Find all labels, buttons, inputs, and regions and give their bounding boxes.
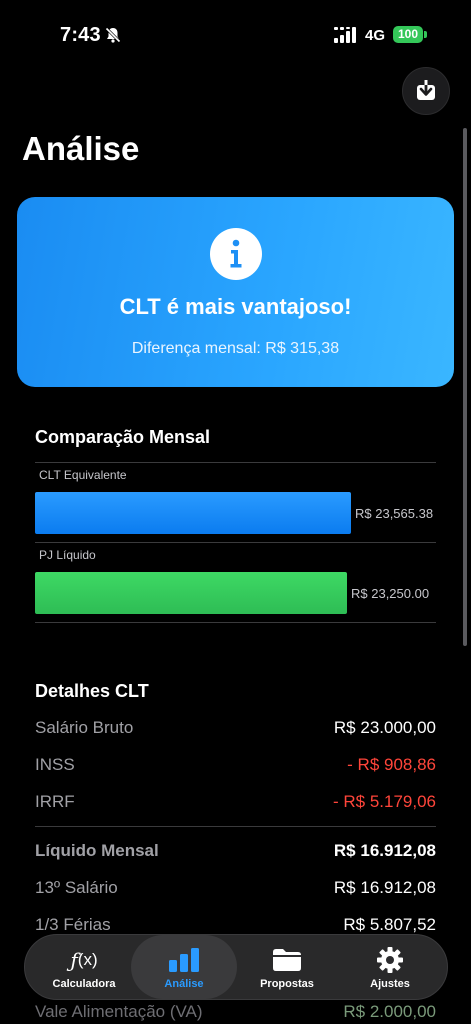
tab-analise[interactable]: Análise <box>131 935 237 999</box>
download-icon <box>417 80 435 100</box>
divider <box>35 826 436 827</box>
row-label-irrf: IRRF <box>35 792 75 811</box>
result-title: CLT é mais vantajoso! <box>119 294 352 319</box>
function-icon: ƒ (x) <box>70 948 98 972</box>
info-glyph-icon <box>230 239 242 268</box>
row-label-liquido: Líquido Mensal <box>35 841 159 860</box>
row-value-va: R$ 2.000,00 <box>343 1002 436 1021</box>
divider <box>35 622 436 623</box>
row-label-13-salario: 13º Salário <box>35 878 118 897</box>
details-title: Detalhes CLT <box>35 681 149 701</box>
row-value-salario-bruto: R$ 23.000,00 <box>333 718 436 737</box>
bar-label-clt: CLT Equivalente <box>39 468 127 482</box>
bar-value-clt: R$ 23,565.38 <box>355 506 434 521</box>
bar-value-pj: R$ 23,250.00 <box>351 586 430 601</box>
divider <box>35 542 436 543</box>
tab-label: Ajustes <box>370 978 410 990</box>
download-button[interactable] <box>402 67 450 115</box>
status-time: 7:43 <box>60 24 101 46</box>
result-difference: Diferença mensal: R$ 315,38 <box>131 340 340 357</box>
row-value-13-salario: R$ 16.912,08 <box>333 878 436 897</box>
tab-label: Propostas <box>260 978 314 990</box>
bell-slash-icon <box>105 27 121 43</box>
row-value-irrf: - R$ 5.179,06 <box>332 792 436 811</box>
row-label-va: Vale Alimentação (VA) <box>35 1002 203 1021</box>
divider <box>35 462 436 463</box>
tab-ajustes[interactable]: Ajustes <box>337 935 443 999</box>
comparison-title: Comparação Mensal <box>35 427 211 447</box>
row-value-ferias: R$ 5.807,52 <box>343 915 436 934</box>
bar-clt <box>35 492 351 534</box>
tab-label: Análise <box>164 978 204 990</box>
scroll-indicator[interactable] <box>463 128 467 646</box>
status-bar: 7:43 4G 100 <box>0 0 471 70</box>
chart-bar-icon <box>131 946 237 974</box>
folder-icon <box>234 946 340 974</box>
tab-label: Calculadora <box>52 978 116 990</box>
network-type: 4G <box>365 27 386 44</box>
bar-pj <box>35 572 347 614</box>
row-value-inss: - R$ 908,86 <box>347 755 436 774</box>
tab-bar: ƒ (x) Calculadora Análise Propostas Ajus… <box>24 934 448 1000</box>
app-screen: 7:43 4G 100 Análise CLT é mais vantajoso… <box>0 0 471 1024</box>
bar-label-pj: PJ Líquido <box>39 548 96 562</box>
page-title: Análise <box>22 130 140 167</box>
tab-propostas[interactable]: Propostas <box>234 935 340 999</box>
battery-icon: 100 <box>393 26 423 43</box>
info-icon <box>210 228 262 280</box>
gear-icon <box>337 946 443 974</box>
row-value-liquido: R$ 16.912,08 <box>333 841 436 860</box>
row-label-salario-bruto: Salário Bruto <box>35 718 134 737</box>
tab-calculadora[interactable]: ƒ (x) Calculadora <box>31 935 137 999</box>
signal-icon <box>334 27 356 43</box>
result-card: CLT é mais vantajoso! Diferença mensal: … <box>17 197 454 387</box>
row-label-inss: INSS <box>35 755 75 774</box>
row-label-ferias: 1/3 Férias <box>35 915 111 934</box>
battery-tip <box>424 31 427 38</box>
